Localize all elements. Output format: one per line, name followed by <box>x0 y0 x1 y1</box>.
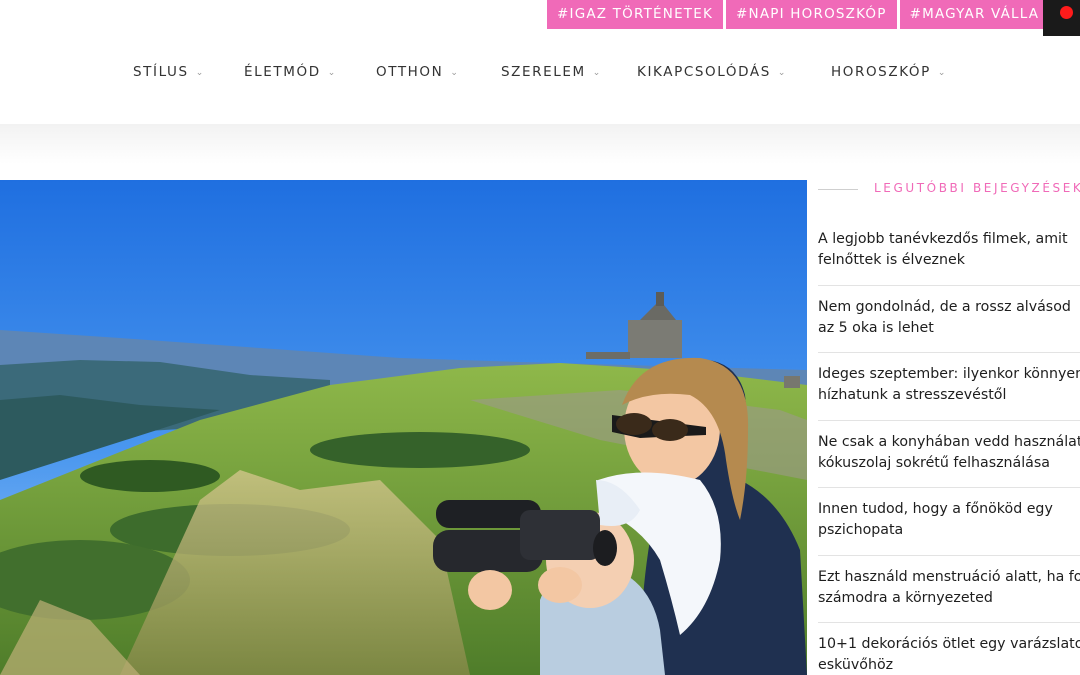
nav-item-szerelem[interactable]: SZERELEM ⌄ <box>501 64 602 80</box>
nav-item-label: SZERELEM <box>501 64 586 80</box>
hashtag-bar: #IGAZ TÖRTÉNETEK #NAPI HOROSZKÓP #MAGYAR… <box>547 0 1052 29</box>
record-indicator[interactable] <box>1043 0 1080 36</box>
post-link[interactable]: Ne csak a konyhában vedd használatba kók… <box>818 421 1080 488</box>
post-link[interactable]: 10+1 dekorációs ötlet egy varázslatos es… <box>818 623 1080 675</box>
post-title-line: számodra a környezeted <box>818 589 993 606</box>
nav-item-horoszkop[interactable]: HOROSZKÓP ⌄ <box>831 64 947 80</box>
chevron-down-icon: ⌄ <box>592 68 602 78</box>
post-title-line: Innen tudod, hogy a főnököd egy <box>818 501 1053 517</box>
nav-item-stilus[interactable]: STÍLUS ⌄ <box>133 64 205 80</box>
post-title-line: pszichopata <box>818 522 904 538</box>
featured-image[interactable] <box>0 180 807 675</box>
chevron-down-icon: ⌄ <box>195 68 205 78</box>
tag-magyar-vallalkozas[interactable]: #MAGYAR VÁLLA <box>899 0 1052 29</box>
post-link[interactable]: Innen tudod, hogy a főnököd egy pszichop… <box>818 488 1080 556</box>
nav-item-kikapcsolodas[interactable]: KIKAPCSOLÓDÁS ⌄ <box>637 64 787 80</box>
nav-item-label: KIKAPCSOLÓDÁS <box>637 64 771 80</box>
post-title-line: kókuszolaj sokrétű felhasználása <box>818 454 1050 471</box>
nav-item-label: HOROSZKÓP <box>831 64 931 80</box>
nav-item-otthon[interactable]: OTTHON ⌄ <box>376 64 460 80</box>
chevron-down-icon: ⌄ <box>327 68 337 78</box>
post-title-line: felnőttek is élveznek <box>818 252 965 268</box>
post-link[interactable]: Ezt használd menstruáció alatt, ha fonto… <box>818 556 1080 623</box>
post-title-line: 10+1 dekorációs ötlet egy varázslatos <box>818 636 1080 652</box>
post-link[interactable]: Ideges szeptember: ilyenkor könnyen hízh… <box>818 353 1080 421</box>
post-title-line: Ideges szeptember: ilyenkor könnyen <box>818 366 1080 382</box>
recent-posts-title: LEGUTÓBBI BEJEGYZÉSEK <box>874 181 1080 195</box>
post-title-line: Nem gondolnád, de a rossz alvásod <box>818 298 1071 315</box>
header-divider <box>818 189 858 190</box>
post-link[interactable]: Nem gondolnád, de a rossz alvásod az 5 o… <box>818 286 1080 353</box>
recent-posts-sidebar: LEGUTÓBBI BEJEGYZÉSEK A legjobb tanévkez… <box>818 180 1080 675</box>
tag-igaz-tortenetek[interactable]: #IGAZ TÖRTÉNETEK <box>547 0 724 29</box>
post-title-line: az 5 oka is lehet <box>818 319 934 336</box>
tag-napi-horoszkop[interactable]: #NAPI HOROSZKÓP <box>726 0 897 29</box>
nav-item-eletmod[interactable]: ÉLETMÓD ⌄ <box>244 64 337 80</box>
post-title-line: Ezt használd menstruáció alatt, ha fonto… <box>818 568 1080 585</box>
post-link[interactable]: A legjobb tanévkezdős filmek, amit felnő… <box>818 218 1080 286</box>
nav-divider-shadow <box>0 124 1080 164</box>
chevron-down-icon: ⌄ <box>450 68 460 78</box>
post-title-line: Ne csak a konyhában vedd használatba <box>818 433 1080 450</box>
nav-item-label: STÍLUS <box>133 64 189 80</box>
main-nav: STÍLUS ⌄ ÉLETMÓD ⌄ OTTHON ⌄ SZERELEM ⌄ K… <box>0 64 1080 92</box>
nav-item-label: ÉLETMÓD <box>244 64 321 80</box>
chevron-down-icon: ⌄ <box>777 68 788 78</box>
record-dot-icon <box>1060 6 1073 19</box>
nav-item-label: OTTHON <box>376 64 444 80</box>
post-title-line: A legjobb tanévkezdős filmek, amit <box>818 231 1068 247</box>
chevron-down-icon: ⌄ <box>937 68 948 78</box>
post-title-line: hízhatunk a stresszevéstől <box>818 387 1007 403</box>
post-title-line: esküvőhöz <box>818 657 894 673</box>
recent-posts-header: LEGUTÓBBI BEJEGYZÉSEK <box>818 181 1080 199</box>
